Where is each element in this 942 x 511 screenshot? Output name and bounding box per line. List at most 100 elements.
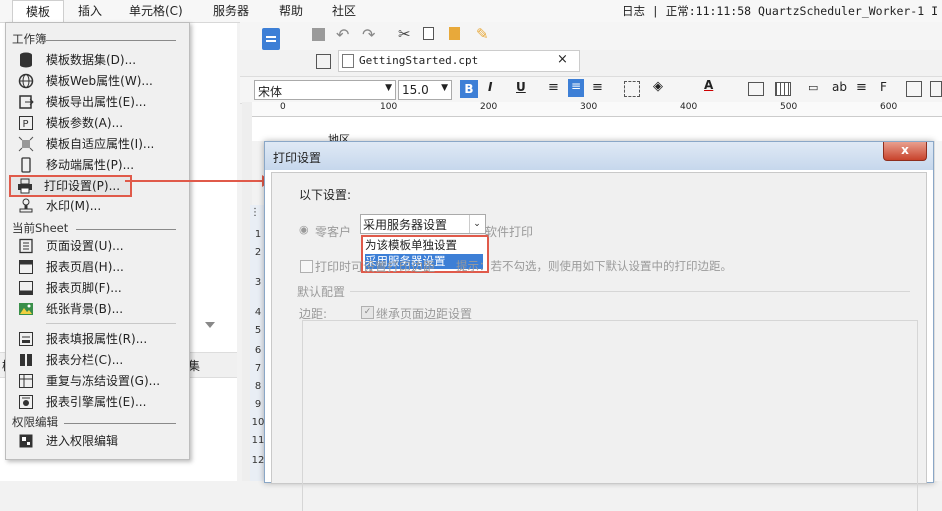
ruler-tick: 200 xyxy=(480,102,498,112)
menu-cell[interactable]: 单元格(C) xyxy=(129,0,183,22)
underline-button[interactable]: U xyxy=(516,80,526,94)
menu-help[interactable]: 帮助 xyxy=(279,0,303,22)
formula-icon[interactable]: F xyxy=(880,80,887,94)
cut-icon[interactable]: ✂ xyxy=(398,25,411,43)
main-toolbar: ↶ ↷ ✂ ✎ xyxy=(240,22,942,50)
print-settings-dialog: 打印设置 x 以下设置: 采用服务器设置 ⌄ 为该模板单独设置 采用服务器设置 … xyxy=(264,141,934,511)
menu-item-parameter[interactable]: P 模板参数(A)... xyxy=(10,113,182,133)
format-painter-icon[interactable]: ✎ xyxy=(476,25,489,43)
font-size-value: 15.0 xyxy=(402,83,429,97)
copy-icon[interactable] xyxy=(423,27,434,40)
inherit-label: 继承页面边距设置 xyxy=(376,307,473,321)
align-right-icon[interactable]: ≡ xyxy=(592,80,603,95)
menu-separator xyxy=(46,323,176,324)
print-margin-checkbox[interactable] xyxy=(300,260,313,273)
collapse-arrow-icon[interactable] xyxy=(205,322,215,328)
bold-button[interactable]: B xyxy=(460,80,478,98)
menu-item-export-attr[interactable]: 模板导出属性(E)... xyxy=(10,92,182,112)
menu-item-engine-attr[interactable]: 报表引擎属性(E)... xyxy=(10,392,182,412)
freeze-icon xyxy=(18,373,34,389)
close-button[interactable]: x xyxy=(883,142,927,161)
menu-item-mobile[interactable]: 移动端属性(P)... xyxy=(10,155,182,175)
undo-icon[interactable]: ↶ xyxy=(336,25,349,44)
menu-item-paper-background[interactable]: 纸张背景(B)... xyxy=(10,299,182,319)
checkbox-label: 打印时可设置打印边距 xyxy=(315,260,436,274)
close-tab-icon[interactable]: × xyxy=(557,52,568,67)
section-divider xyxy=(46,40,176,41)
font-size-select[interactable]: 15.0 ▼ xyxy=(398,80,452,100)
menu-item-columns[interactable]: 报表分栏(C)... xyxy=(10,350,182,370)
option-template-setting[interactable]: 为该模板单独设置 xyxy=(365,238,483,253)
chart-icon[interactable] xyxy=(906,81,922,97)
status-log: 日志 | 正常:11:11:58 QuartzScheduler_Worker-… xyxy=(621,4,938,18)
grid-icon[interactable] xyxy=(316,54,331,69)
table-icon[interactable] xyxy=(775,82,791,96)
template-dropdown-menu: 工作簿 模板数据集(D)... 模板Web属性(W)... 模板导出属性(E).… xyxy=(5,22,190,460)
menu-server[interactable]: 服务器 xyxy=(213,0,249,22)
print-mode-value: 采用服务器设置 xyxy=(363,218,448,232)
menu-item-dataset[interactable]: 模板数据集(D)... xyxy=(10,50,182,70)
merge-icon[interactable] xyxy=(748,82,764,96)
chevron-down-icon: ⌄ xyxy=(469,215,484,233)
template-icon[interactable] xyxy=(262,28,280,50)
border-icon[interactable] xyxy=(624,81,640,97)
tab-title: GettingStarted.cpt xyxy=(359,54,479,67)
section-divider xyxy=(64,423,176,424)
radio-icon[interactable]: ◉ xyxy=(299,223,309,236)
dialog-title: 打印设置 xyxy=(273,151,322,165)
menu-item-fill-attr[interactable]: 报表填报属性(R)... xyxy=(10,329,182,349)
save-icon[interactable] xyxy=(312,28,325,41)
paste-icon[interactable] xyxy=(449,27,460,40)
redo-icon[interactable]: ↷ xyxy=(362,25,375,44)
ruler-tick: 0 xyxy=(280,102,286,112)
menu-item-web-attr[interactable]: 模板Web属性(W)... xyxy=(10,71,182,91)
menu-item-freeze[interactable]: 重复与冻结设置(G)... xyxy=(10,371,182,391)
parameter-icon: P xyxy=(18,115,34,131)
margin-label: 边距: xyxy=(299,307,328,321)
section-current-sheet: 当前Sheet xyxy=(12,221,69,235)
more-icon[interactable] xyxy=(930,81,942,97)
paragraph-icon[interactable]: ≡ xyxy=(856,80,867,95)
font-family-select[interactable]: 宋体 ▼ xyxy=(254,80,396,100)
menu-item-print-settings[interactable]: 打印设置(P)... xyxy=(9,175,132,197)
file-icon xyxy=(342,54,354,68)
menu-item-label: 打印设置(P)... xyxy=(44,179,121,193)
horizontal-ruler: 0 100 200 300 400 500 600 xyxy=(252,102,942,117)
menu-item-watermark[interactable]: 水印(M)... xyxy=(10,196,182,216)
menu-template[interactable]: 模板 xyxy=(12,0,64,23)
menu-item-page-setup[interactable]: 页面设置(U)... xyxy=(10,236,182,256)
text-icon[interactable]: ab xyxy=(832,80,847,94)
menu-item-report-header[interactable]: 报表页眉(H)... xyxy=(10,257,182,277)
svg-text:P: P xyxy=(23,119,29,130)
columns-icon xyxy=(18,352,34,368)
italic-button[interactable]: I xyxy=(488,80,492,94)
section-divider xyxy=(76,229,176,230)
menu-item-label: 模板参数(A)... xyxy=(46,116,124,130)
menu-item-label: 报表页脚(F)... xyxy=(46,281,122,295)
vertical-scrollbar[interactable] xyxy=(934,141,942,481)
default-config-group xyxy=(302,320,918,511)
menu-community[interactable]: 社区 xyxy=(332,0,356,22)
menu-item-report-footer[interactable]: 报表页脚(F)... xyxy=(10,278,182,298)
fill-color-icon[interactable]: ◈ xyxy=(653,79,663,94)
menu-item-label: 模板Web属性(W)... xyxy=(46,74,153,88)
group-divider xyxy=(350,291,910,292)
font-color-icon[interactable]: A xyxy=(704,78,713,92)
align-center-icon[interactable]: ≡ xyxy=(568,79,584,97)
ruler-tick: 600 xyxy=(880,102,898,112)
export-icon xyxy=(18,94,34,110)
section-permission: 权限编辑 xyxy=(12,415,58,429)
form-fill-icon xyxy=(18,331,34,347)
menu-insert[interactable]: 插入 xyxy=(78,0,102,22)
editor-tabs: GettingStarted.cpt × xyxy=(310,50,580,72)
print-mode-select[interactable]: 采用服务器设置 ⌄ xyxy=(360,214,486,234)
dialog-title-bar: 打印设置 x xyxy=(265,142,933,170)
inherit-margin-checkbox[interactable]: ✓ xyxy=(361,306,374,319)
tab-getting-started[interactable]: GettingStarted.cpt × xyxy=(338,50,580,72)
menu-item-permission-edit[interactable]: 进入权限编辑 xyxy=(10,431,182,451)
menu-item-adaptive[interactable]: 模板自适应属性(I)... xyxy=(10,134,182,154)
globe-icon xyxy=(18,73,34,89)
section-workbook: 工作簿 xyxy=(12,32,47,46)
align-left-icon[interactable]: ≡ xyxy=(548,80,559,95)
textbox-icon[interactable]: ▭ xyxy=(808,81,818,94)
